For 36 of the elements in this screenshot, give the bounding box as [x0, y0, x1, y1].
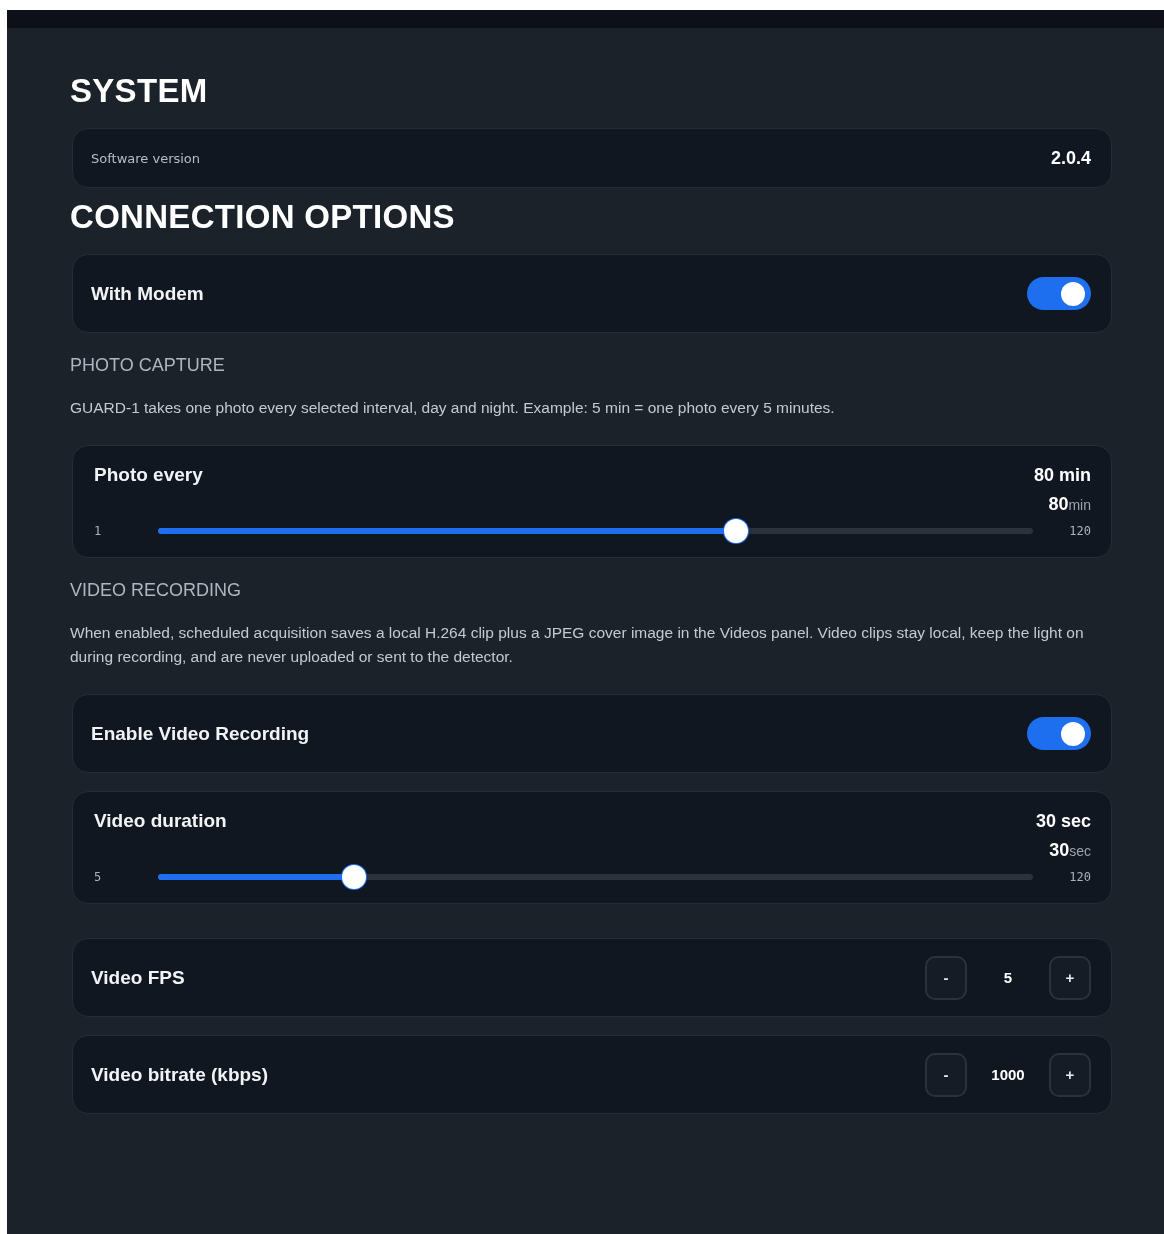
setting-label: Video bitrate (kbps)	[91, 1063, 268, 1086]
unit-label: min	[1068, 497, 1091, 513]
min-label: 5	[94, 870, 103, 884]
stepper-value: 1000	[990, 1066, 1026, 1083]
slider-thumb[interactable]	[723, 519, 748, 543]
setting-label: Video FPS	[91, 966, 185, 989]
increment-button[interactable]: +	[1049, 955, 1091, 1000]
decrement-button[interactable]: -	[925, 955, 967, 1000]
toggle-switch[interactable]	[1027, 277, 1091, 310]
unit-label: sec	[1069, 843, 1091, 859]
increment-button[interactable]: +	[1049, 1052, 1091, 1097]
subsection-heading: PHOTO CAPTURE	[70, 355, 226, 376]
decrement-button[interactable]: -	[925, 1052, 967, 1097]
slider-track[interactable]	[158, 519, 1033, 543]
info-label: Software version	[91, 150, 201, 166]
section-heading: SYSTEM	[70, 72, 209, 110]
min-label: 1	[94, 524, 103, 538]
slider-reading: 30 sec	[1035, 810, 1091, 832]
description-text: GUARD-1 takes one photo every selected interval, day and night. Example: 5 min = one photo every 5 minutes.	[70, 398, 836, 418]
slider-value: 80	[1048, 494, 1069, 515]
setting-label: With Modem	[91, 282, 204, 305]
slider-track[interactable]	[158, 865, 1033, 889]
section-heading: CONNECTION OPTIONS	[70, 198, 456, 236]
slider-value: 30	[1049, 840, 1070, 861]
setting-label: Enable Video Recording	[91, 722, 310, 745]
slider-thumb[interactable]	[342, 865, 366, 889]
stepper-value: 5	[1002, 969, 1014, 986]
subsection-heading: VIDEO RECORDING	[70, 580, 243, 601]
slider-reading: 80 min	[1033, 464, 1091, 486]
info-value: 2.0.4	[1050, 147, 1091, 169]
slider-label: Video duration	[94, 810, 227, 832]
max-label: 120	[1068, 870, 1091, 884]
description-text: When enabled, scheduled acquisition saves a local H.264 clip plus a JPEG cover image in the Videos panel. Video clips stay local, keep the light on during recording, and are never uploaded or sent to the detector.	[70, 623, 1085, 667]
max-label: 120	[1068, 524, 1091, 538]
slider-label: Photo every	[94, 464, 203, 486]
toggle-switch[interactable]	[1027, 717, 1091, 750]
